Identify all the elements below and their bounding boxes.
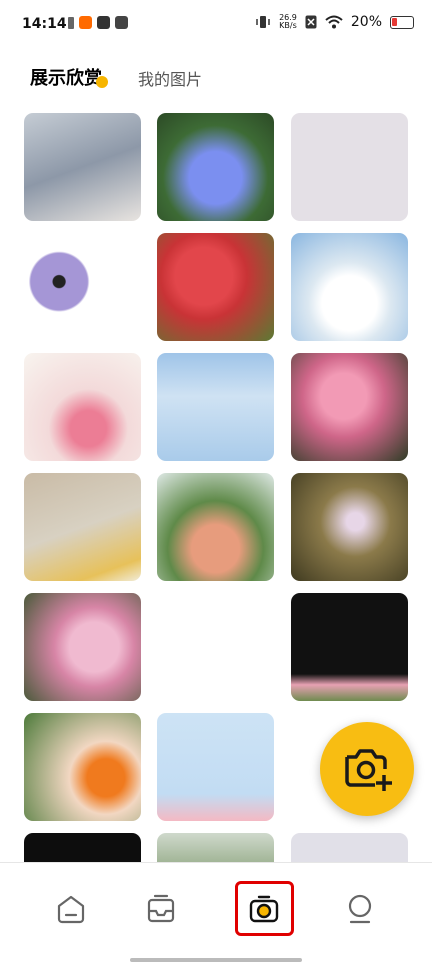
nav-inbox-button[interactable] (141, 889, 181, 929)
gallery-image[interactable] (291, 233, 408, 341)
gallery-image[interactable] (24, 353, 141, 461)
tab-showcase-label: 展示欣赏 (30, 68, 102, 89)
gallery-image[interactable] (157, 113, 274, 221)
network-speed: 26.9 KB/s (279, 14, 297, 30)
gallery-image[interactable] (24, 113, 141, 221)
inbox-icon (147, 894, 175, 923)
gallery-image[interactable] (157, 713, 274, 821)
gallery-image[interactable] (157, 833, 274, 863)
data-disabled-icon (305, 15, 317, 29)
wifi-icon (325, 15, 343, 29)
gallery-image[interactable] (24, 833, 141, 863)
gallery-image[interactable] (24, 473, 141, 581)
active-tab-indicator (96, 76, 108, 88)
status-bar: 14:14 26.9 KB/s 20% (0, 0, 432, 50)
gallery-image[interactable] (24, 233, 141, 341)
nav-profile-button[interactable] (340, 889, 380, 929)
home-icon (57, 895, 85, 924)
gallery-image[interactable] (291, 833, 408, 863)
profile-icon (348, 894, 372, 924)
sim-icon (68, 16, 74, 29)
status-right: 26.9 KB/s 20% (255, 14, 414, 30)
gallery-image[interactable] (157, 233, 274, 341)
gallery-image[interactable] (291, 473, 408, 581)
vibrate-icon (256, 16, 270, 28)
status-time: 14:14 (22, 16, 67, 32)
tab-my-pictures-label: 我的图片 (138, 70, 203, 89)
gallery-image[interactable] (157, 473, 274, 581)
add-photo-fab[interactable] (320, 722, 414, 816)
gallery-image[interactable] (291, 113, 408, 221)
gallery-image[interactable] (291, 353, 408, 461)
selection-highlight (235, 881, 294, 936)
tab-my-pictures[interactable]: 我的图片 (138, 66, 202, 90)
status-notification-icons (68, 16, 128, 29)
network-speed-unit: KB/s (279, 21, 297, 30)
nav-home-button[interactable] (51, 889, 91, 929)
gallery-tabs: 展示欣赏 我的图片 (30, 58, 238, 90)
gallery-image[interactable] (157, 353, 274, 461)
gallery-image[interactable] (24, 593, 141, 701)
battery-percent: 20% (350, 14, 382, 30)
bottom-navigation (0, 862, 432, 964)
home-indicator (130, 958, 302, 962)
battery-icon (390, 15, 414, 29)
gallery-image[interactable] (291, 593, 408, 701)
add-photo-camera-icon (345, 749, 392, 791)
app-notification-icon (79, 16, 92, 29)
gallery-image[interactable] (24, 713, 141, 821)
chat-notification-icon (115, 16, 128, 29)
link-notification-icon (97, 16, 110, 29)
tab-showcase[interactable]: 展示欣赏 (30, 64, 108, 90)
